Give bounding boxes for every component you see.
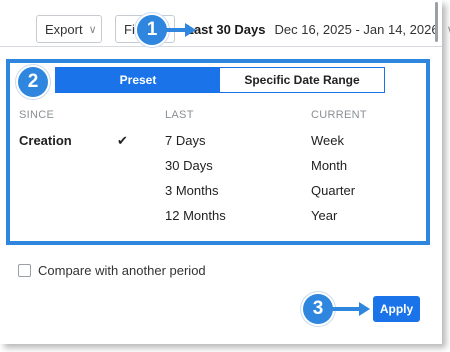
- option-last-30-days[interactable]: 30 Days: [165, 158, 213, 173]
- apply-button[interactable]: Apply: [373, 296, 420, 322]
- date-range-text: Dec 16, 2025 - Jan 14, 2026: [274, 21, 439, 37]
- option-current-month[interactable]: Month: [311, 158, 347, 173]
- scrollbar[interactable]: [435, 2, 438, 42]
- callout-arrow-1-icon: [166, 23, 196, 37]
- option-since-creation[interactable]: Creation: [19, 133, 72, 148]
- check-icon: ✔: [117, 133, 128, 148]
- callout-badge-2: 2: [18, 67, 48, 97]
- last-header: LAST: [165, 109, 194, 121]
- compare-checkbox[interactable]: [18, 264, 31, 277]
- tab-preset[interactable]: Preset: [56, 68, 220, 92]
- current-header: CURRENT: [311, 109, 367, 121]
- chevron-down-icon: ∨: [447, 23, 450, 36]
- date-range-dialog: Export ∨ Filt Last 30 Days Dec 16, 2025 …: [0, 0, 450, 344]
- chevron-down-icon: ∨: [88, 23, 97, 36]
- toolbar: Export ∨ Filt Last 30 Days Dec 16, 2025 …: [0, 0, 450, 47]
- tab-specific-date-range[interactable]: Specific Date Range: [220, 68, 384, 92]
- date-range-selector[interactable]: Last 30 Days Dec 16, 2025 - Jan 14, 2026…: [186, 15, 450, 43]
- option-last-3-months[interactable]: 3 Months: [165, 183, 218, 198]
- compare-label: Compare with another period: [38, 263, 206, 278]
- export-button[interactable]: Export ∨: [36, 15, 102, 43]
- callout-arrow-3-icon: [332, 302, 370, 316]
- callout-badge-3: 3: [303, 294, 333, 324]
- date-mode-tabs: Preset Specific Date Range: [55, 67, 385, 93]
- callout-badge-1: 1: [137, 15, 167, 45]
- period-label: Last 30 Days: [186, 21, 266, 37]
- option-last-12-months[interactable]: 12 Months: [165, 208, 226, 223]
- option-last-7-days[interactable]: 7 Days: [165, 133, 205, 148]
- option-current-year[interactable]: Year: [311, 208, 337, 223]
- compare-toggle[interactable]: Compare with another period: [18, 263, 206, 278]
- export-label: Export: [45, 21, 83, 37]
- option-current-quarter[interactable]: Quarter: [311, 183, 355, 198]
- since-header: SINCE: [19, 109, 55, 121]
- option-current-week[interactable]: Week: [311, 133, 344, 148]
